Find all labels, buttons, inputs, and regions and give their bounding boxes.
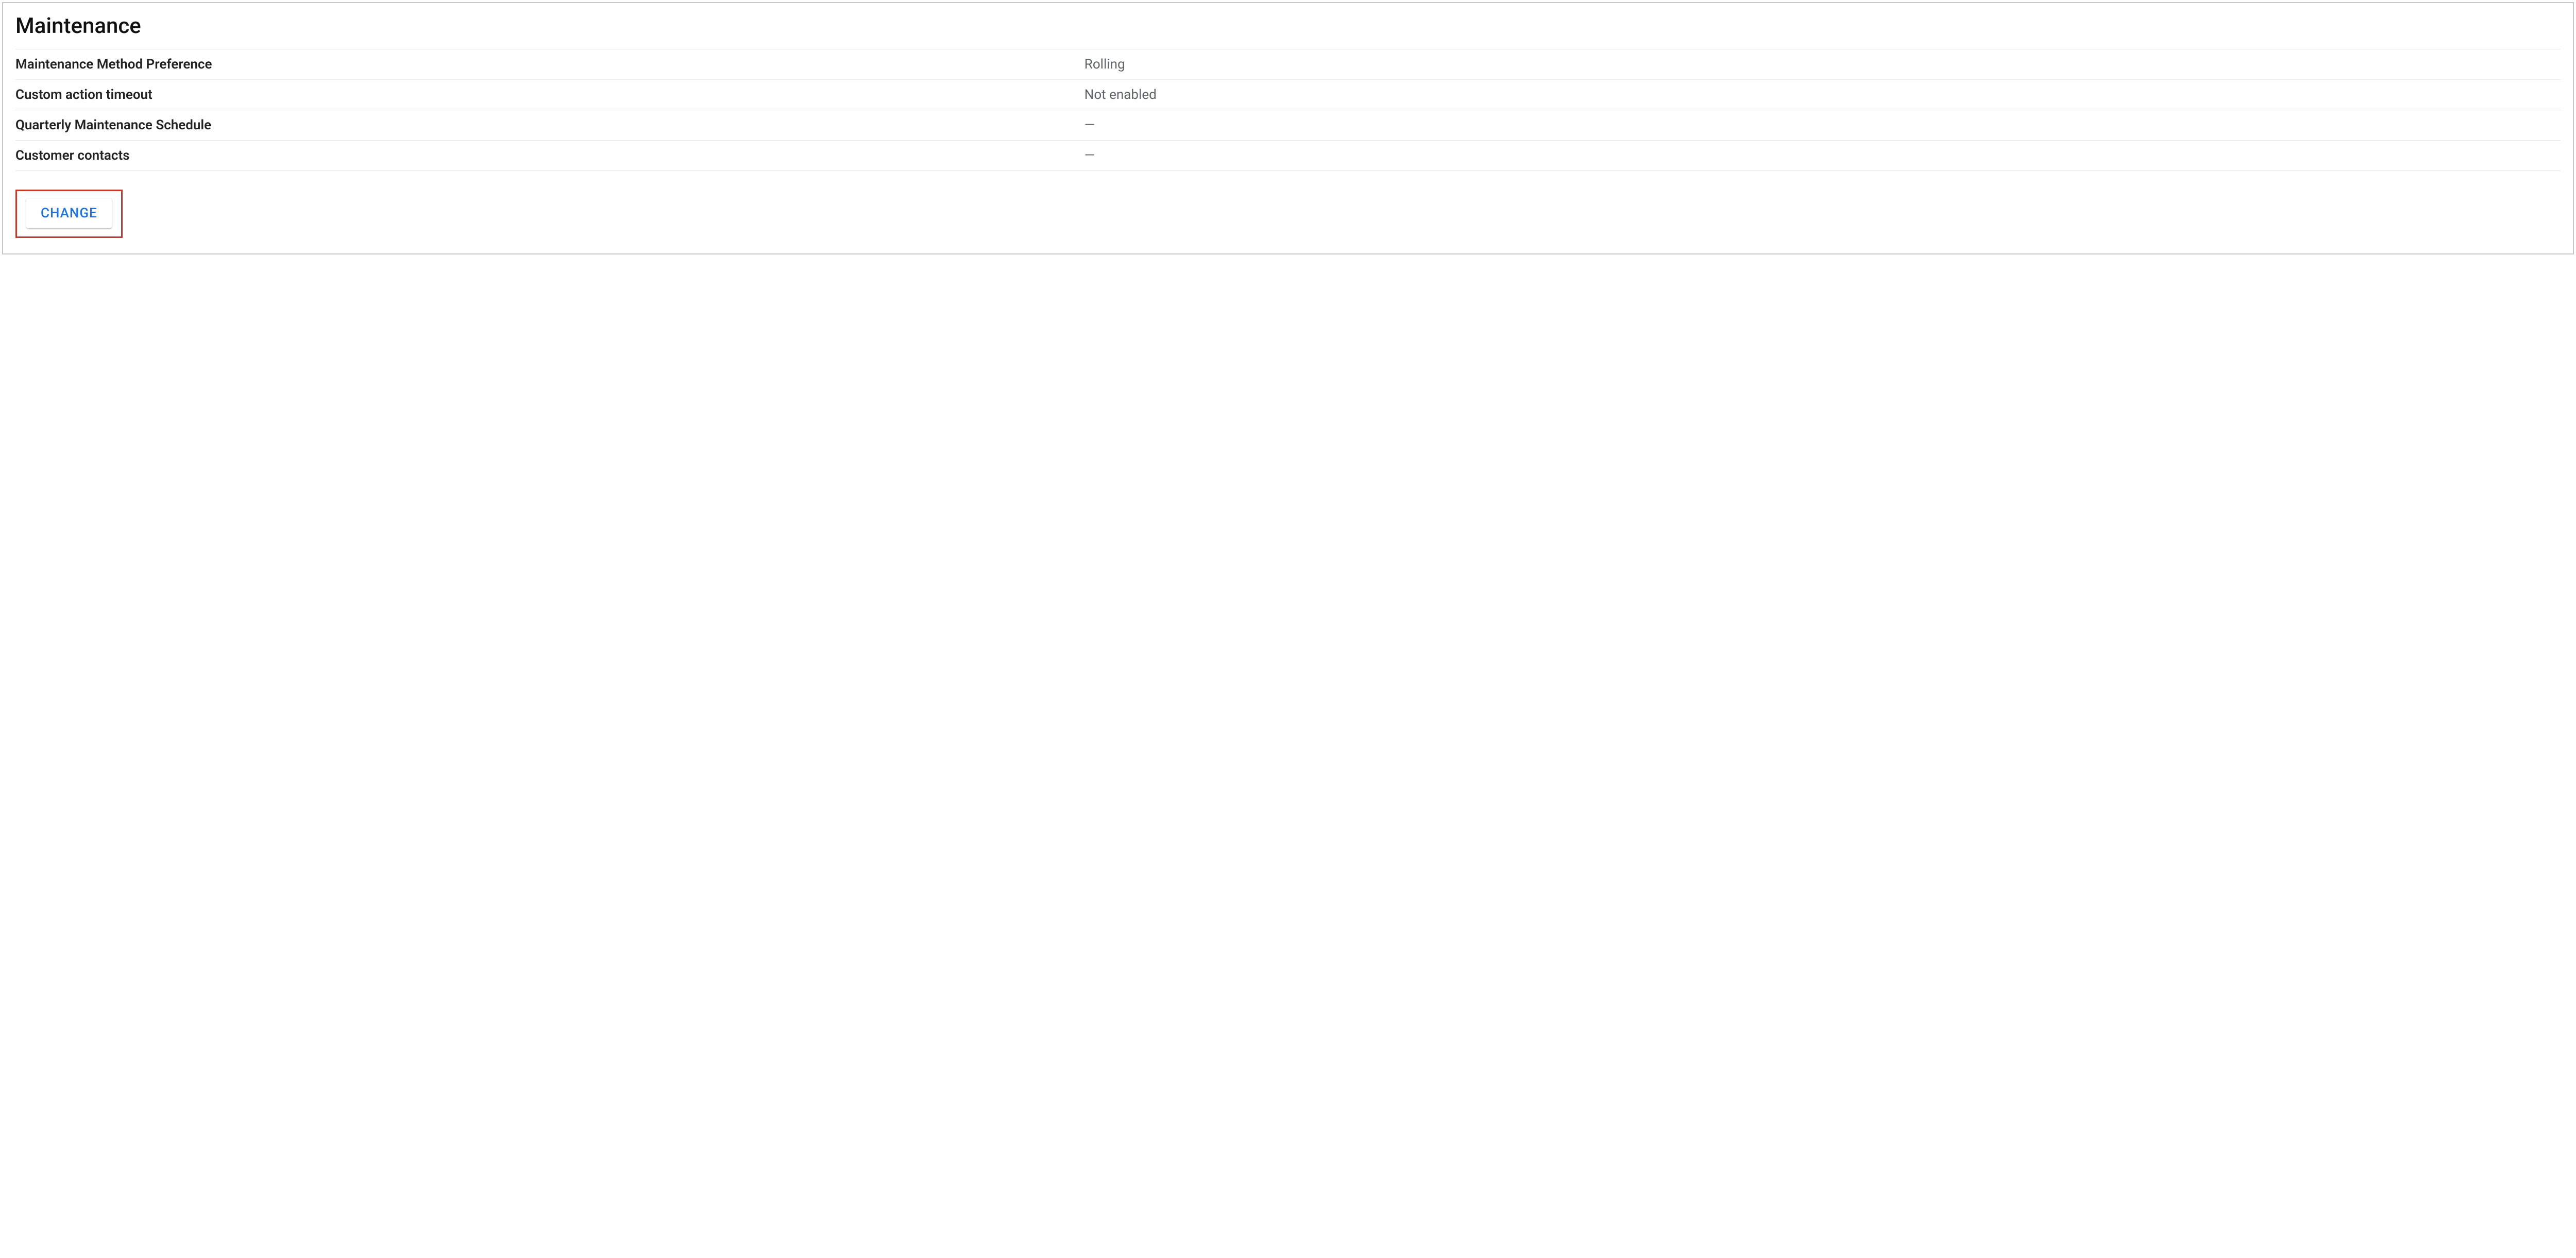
action-area: CHANGE bbox=[15, 190, 2561, 238]
row-value-custom-action-timeout: Not enabled bbox=[1084, 87, 2561, 103]
maintenance-panel: Maintenance Maintenance Method Preferenc… bbox=[2, 2, 2574, 254]
highlight-annotation: CHANGE bbox=[15, 190, 123, 238]
table-row: Quarterly Maintenance Schedule — bbox=[15, 110, 2561, 141]
row-label-quarterly-schedule: Quarterly Maintenance Schedule bbox=[15, 117, 1084, 133]
row-label-customer-contacts: Customer contacts bbox=[15, 148, 1084, 163]
table-row: Customer contacts — bbox=[15, 141, 2561, 171]
row-value-quarterly-schedule: — bbox=[1084, 117, 2561, 133]
section-title: Maintenance bbox=[15, 13, 2561, 49]
table-row: Maintenance Method Preference Rolling bbox=[15, 49, 2561, 80]
row-label-maintenance-method: Maintenance Method Preference bbox=[15, 57, 1084, 72]
row-value-customer-contacts: — bbox=[1084, 148, 2561, 163]
table-row: Custom action timeout Not enabled bbox=[15, 80, 2561, 110]
row-label-custom-action-timeout: Custom action timeout bbox=[15, 87, 1084, 103]
row-value-maintenance-method: Rolling bbox=[1084, 57, 2561, 72]
change-button[interactable]: CHANGE bbox=[26, 198, 112, 228]
